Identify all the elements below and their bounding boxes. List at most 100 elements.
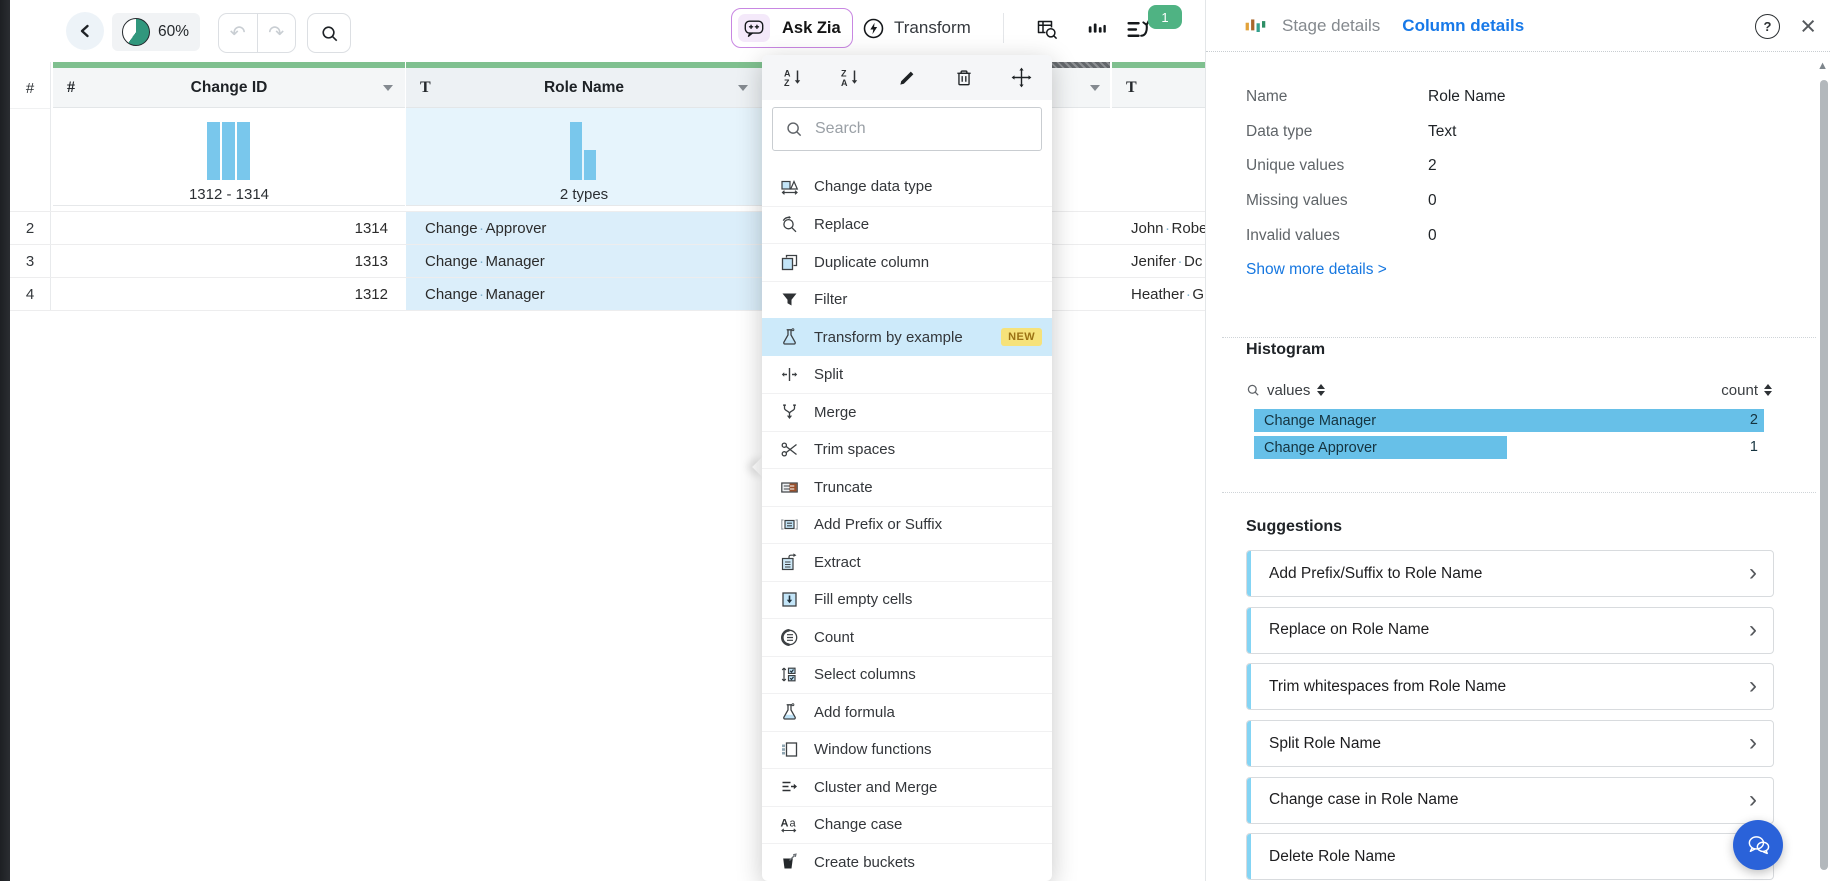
cell-role-name[interactable]: Change·Manager	[406, 245, 762, 278]
extract-icon	[780, 553, 799, 572]
menu-item-transform-by-example[interactable]: Transform by exampleNEW	[762, 318, 1052, 356]
detail-row: Unique values2	[1246, 149, 1770, 184]
menu-item-duplicate-column[interactable]: Duplicate column	[762, 243, 1052, 281]
cell-role-name[interactable]: Change·Manager	[406, 278, 762, 311]
suggestion-label: Split Role Name	[1269, 735, 1381, 753]
split-icon	[780, 365, 799, 384]
suggestion-cards: Add Prefix/Suffix to Role Name› Replace o…	[1246, 550, 1774, 881]
redo-button[interactable]: ↷	[258, 14, 296, 52]
chat-bubbles-icon	[1745, 832, 1772, 859]
values-sort-header[interactable]: values	[1246, 382, 1325, 399]
flask-icon	[780, 328, 799, 347]
cell-person[interactable]: Jenifer·Dc	[1112, 245, 1205, 278]
menu-item-label: Transform by example	[814, 329, 963, 346]
column-header-change-id[interactable]: # Change ID	[53, 68, 405, 108]
menu-search-input[interactable]	[813, 119, 1029, 139]
column-histogram-change-id[interactable]: 1312 - 1314	[53, 108, 405, 206]
chevron-right-icon: ›	[1749, 664, 1757, 707]
suggestion-add-prefix-suffix-to-role-name[interactable]: Add Prefix/Suffix to Role Name›	[1246, 550, 1774, 597]
histogram-value-bar[interactable]: Change Manager	[1254, 409, 1764, 432]
suggestion-split-role-name[interactable]: Split Role Name›	[1246, 720, 1774, 767]
chevron-down-icon[interactable]	[1090, 85, 1100, 91]
tab-stage-details[interactable]: Stage details	[1282, 16, 1380, 36]
menu-item-add-prefix-or-suffix[interactable]: Add Prefix or Suffix	[762, 506, 1052, 544]
close-icon[interactable]: ×	[1800, 8, 1816, 44]
menu-search-box[interactable]	[772, 107, 1042, 151]
chat-fab-button[interactable]	[1733, 820, 1783, 870]
menu-item-label: Truncate	[814, 479, 873, 496]
menu-item-fill-empty-cells[interactable]: Fill empty cells	[762, 581, 1052, 619]
merge-icon	[780, 403, 799, 422]
menu-item-label: Create buckets	[814, 854, 915, 871]
progress-indicator[interactable]: 60%	[112, 13, 200, 51]
menu-item-extract[interactable]: Extract	[762, 543, 1052, 581]
row-number: 4	[10, 278, 50, 311]
column-stats-button[interactable]	[1082, 17, 1112, 41]
svg-text:a: a	[790, 818, 797, 830]
change-data-type-icon	[780, 177, 799, 196]
menu-item-replace[interactable]: Replace	[762, 206, 1052, 244]
menu-sort-za-button[interactable]: ZA	[839, 67, 861, 89]
search-button[interactable]	[307, 13, 351, 53]
cell-change-id[interactable]: 1314	[53, 212, 405, 245]
help-icon[interactable]: ?	[1755, 14, 1780, 39]
column-details-list: NameRole NameData typeTextUnique values2…	[1246, 80, 1770, 253]
menu-item-count[interactable]: Count	[762, 618, 1052, 656]
edit-pencil-icon	[897, 68, 917, 88]
cell-change-id[interactable]: 1313	[53, 245, 405, 278]
filter-icon	[780, 290, 799, 309]
menu-edit-pencil-button[interactable]	[896, 67, 918, 89]
left-edge-strip	[0, 0, 10, 881]
ask-zia-button[interactable]: Ask Zia	[731, 8, 853, 48]
column-histogram-role-name[interactable]: 2 types	[406, 108, 762, 206]
menu-item-label: Add formula	[814, 704, 895, 721]
menu-item-label: Cluster and Merge	[814, 779, 937, 796]
transform-button[interactable]: Transform	[862, 8, 971, 48]
menu-trash-button[interactable]	[953, 67, 975, 89]
back-button[interactable]	[66, 12, 104, 50]
tab-column-details[interactable]: Column details	[1402, 16, 1524, 36]
menu-item-add-formula[interactable]: Add formula	[762, 693, 1052, 731]
suggestion-trim-whitespaces-from-role-name[interactable]: Trim whitespaces from Role Name›	[1246, 663, 1774, 710]
column-header-hidden[interactable]	[1052, 68, 1110, 108]
count-sort-header[interactable]: count	[1721, 382, 1772, 399]
cell-person[interactable]: John·Robe	[1112, 212, 1205, 245]
menu-item-label: Window functions	[814, 741, 932, 758]
show-more-details-link[interactable]: Show more details >	[1246, 261, 1387, 279]
suggestion-change-case-in-role-name[interactable]: Change case in Role Name›	[1246, 777, 1774, 824]
chevron-down-icon[interactable]	[383, 85, 393, 91]
histogram-types-label: 2 types	[406, 186, 762, 203]
chevron-down-icon[interactable]	[738, 85, 748, 91]
menu-item-trim-spaces[interactable]: Trim spaces	[762, 431, 1052, 469]
menu-item-merge[interactable]: Merge	[762, 393, 1052, 431]
menu-item-cluster-and-merge[interactable]: Cluster and Merge	[762, 768, 1052, 806]
menu-item-label: Trim spaces	[814, 441, 895, 458]
menu-item-window-functions[interactable]: Window functions	[762, 731, 1052, 769]
suggestion-delete-role-name[interactable]: Delete Role Name›	[1246, 833, 1774, 880]
menu-sort-az-button[interactable]: AZ	[782, 67, 804, 89]
menu-item-truncate[interactable]: Truncate	[762, 468, 1052, 506]
column-header-role-name[interactable]: T Role Name	[406, 68, 762, 108]
preview-table-button[interactable]	[1032, 17, 1062, 41]
menu-item-select-columns[interactable]: Select columns	[762, 656, 1052, 694]
cell-role-name[interactable]: Change·Approver	[406, 212, 762, 245]
menu-item-create-buckets[interactable]: Create buckets	[762, 843, 1052, 881]
add-prefix-suffix-icon	[780, 515, 799, 534]
column-header-person[interactable]: T	[1112, 68, 1205, 108]
count-header-label: count	[1721, 382, 1758, 399]
cell-person[interactable]: Heather·G	[1112, 278, 1205, 311]
menu-item-change-case[interactable]: AaChange case	[762, 806, 1052, 844]
suggestion-replace-on-role-name[interactable]: Replace on Role Name›	[1246, 607, 1774, 654]
select-columns-icon	[780, 665, 799, 684]
menu-item-change-data-type[interactable]: Change data type	[762, 168, 1052, 206]
panel-scrollbar-thumb[interactable]	[1820, 80, 1828, 870]
cell-change-id[interactable]: 1312	[53, 278, 405, 311]
menu-item-filter[interactable]: Filter	[762, 281, 1052, 319]
suggestion-label: Delete Role Name	[1269, 848, 1396, 866]
scroll-up-arrow-icon[interactable]: ▲	[1817, 60, 1828, 72]
menu-move-button[interactable]	[1010, 67, 1032, 89]
histogram-value-bar[interactable]: Change Approver	[1254, 436, 1507, 459]
undo-button[interactable]: ↶	[219, 14, 258, 52]
dataprep-app: 60% ↶ ↷ Ask Zia Transform	[0, 0, 1830, 881]
menu-item-split[interactable]: Split	[762, 356, 1052, 394]
